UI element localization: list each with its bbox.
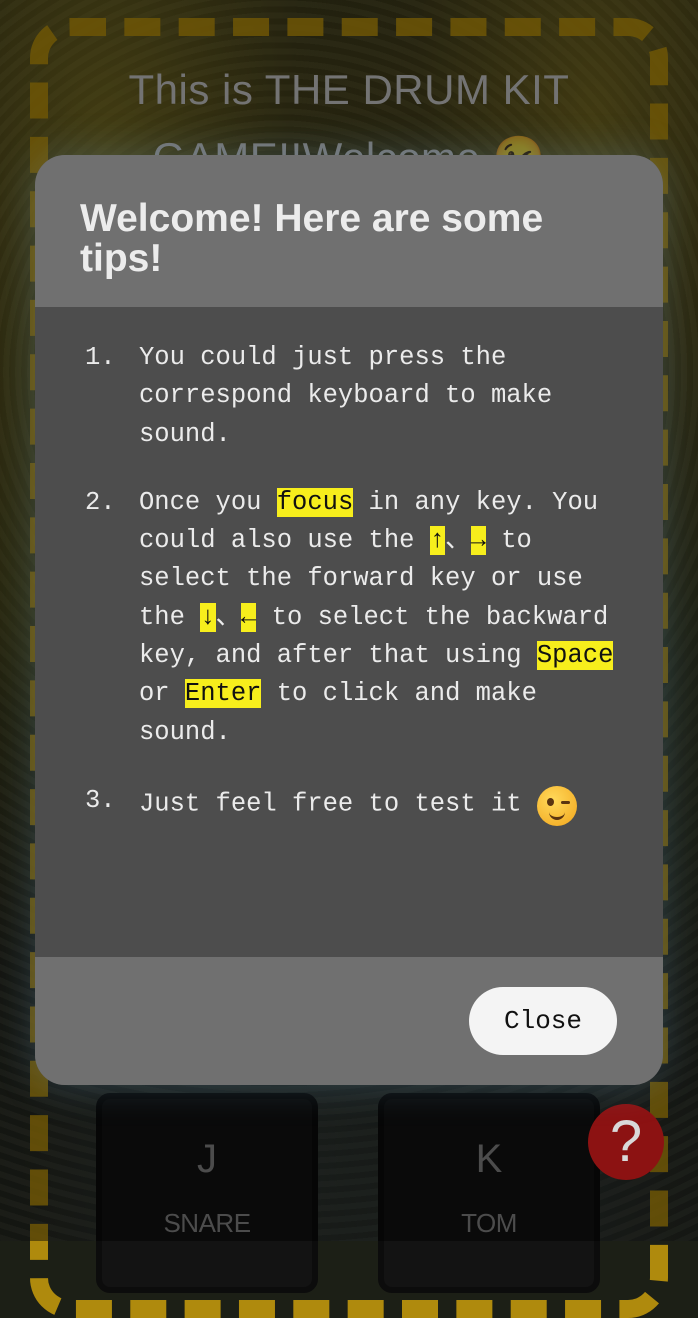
enter-key: Enter bbox=[184, 679, 262, 709]
tip-item: 2. Once you focus in any key. You could … bbox=[85, 484, 630, 752]
tip-text: Just feel free to test it bbox=[139, 789, 522, 819]
arrow-up-key: ↑ bbox=[429, 526, 446, 556]
close-button[interactable]: Close bbox=[469, 987, 617, 1055]
tip-number: 2. bbox=[85, 487, 116, 517]
arrow-down-key: ↓ bbox=[200, 602, 216, 632]
tip-number: 3. bbox=[85, 785, 116, 815]
tips-modal: Welcome! Here are some tips! 1. You coul… bbox=[35, 155, 663, 1085]
tips-list: 1. You could just press the correspond k… bbox=[85, 339, 630, 856]
tip-text: or bbox=[139, 679, 185, 709]
help-button[interactable]: ? bbox=[588, 1104, 664, 1180]
focus-highlight: focus bbox=[276, 487, 354, 517]
modal-body: 1. You could just press the correspond k… bbox=[35, 307, 663, 957]
tip-item: 1. You could just press the correspond k… bbox=[85, 339, 630, 454]
separator: 、 bbox=[445, 526, 471, 556]
arrow-right-key: → bbox=[470, 526, 486, 556]
modal-footer: Close bbox=[35, 957, 663, 1085]
modal-title: Welcome! Here are some tips! bbox=[80, 197, 544, 280]
tip-text: Once you bbox=[139, 487, 277, 517]
separator: 、 bbox=[215, 602, 242, 632]
arrow-left-key: ← bbox=[241, 602, 257, 632]
space-key: Space bbox=[536, 641, 614, 671]
wink-emoji-icon bbox=[536, 785, 577, 826]
tip-number: 1. bbox=[85, 343, 116, 372]
modal-header: Welcome! Here are some tips! bbox=[35, 155, 663, 307]
tip-text: You could just press the correspond keyb… bbox=[139, 343, 553, 449]
tip-item: 3. Just feel free to test it bbox=[85, 782, 630, 826]
